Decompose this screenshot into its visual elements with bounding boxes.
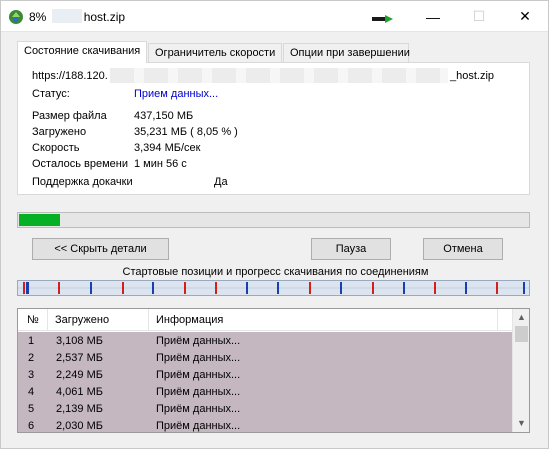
column-divider[interactable] — [497, 309, 498, 331]
cell-number: 4 — [28, 386, 35, 398]
table-row[interactable]: 3 2,249 МБ Приём данных... — [18, 366, 512, 383]
status-value: Прием данных... — [134, 88, 219, 100]
resume-support-value: Да — [214, 176, 228, 188]
url-suffix: _host.zip — [450, 70, 495, 82]
hide-details-button[interactable]: << Скрыть детали — [32, 238, 169, 260]
cell-downloaded: 2,030 МБ — [56, 420, 103, 432]
conn-marker — [122, 282, 124, 294]
conn-marker — [23, 282, 25, 294]
cell-info: Приём данных... — [156, 352, 241, 364]
table-row[interactable]: 2 2,537 МБ Приём данных... — [18, 349, 512, 366]
conn-marker — [152, 282, 154, 294]
maximize-button[interactable]: ☐ — [456, 1, 502, 32]
scroll-up-arrow-icon[interactable]: ▲ — [513, 309, 529, 326]
connections-caption: Стартовые позиции и прогресс скачивания … — [122, 266, 429, 278]
conn-marker — [465, 282, 467, 294]
cancel-button[interactable]: Отмена — [423, 238, 503, 260]
table-row[interactable]: 1 3,108 МБ Приём данных... — [18, 332, 512, 349]
col-header-downloaded[interactable]: Загружено — [55, 314, 109, 326]
conn-marker — [246, 282, 248, 294]
cell-downloaded: 2,249 МБ — [56, 369, 103, 381]
minimize-button[interactable]: — — [410, 1, 456, 32]
col-header-number[interactable]: № — [27, 314, 39, 326]
resume-support-label: Поддержка докачки — [32, 176, 133, 188]
cell-number: 6 — [28, 420, 35, 432]
title-percent: 8% — [29, 10, 47, 24]
speed-value: 3,394 МБ/сек — [134, 142, 201, 154]
window-title: 8% host.zip — [29, 9, 125, 24]
download-details-panel: https://188.120. _host.zip Статус: Прием… — [17, 62, 530, 195]
tab-completion-options[interactable]: Опции при завершении — [283, 43, 410, 62]
col-header-info[interactable]: Информация — [156, 314, 223, 326]
table-header: № Загружено Информация — [18, 309, 512, 331]
conn-marker — [215, 282, 217, 294]
scroll-thumb[interactable] — [515, 326, 528, 342]
url-redacted — [110, 68, 448, 83]
table-row[interactable]: 5 2,139 МБ Приём данных... — [18, 400, 512, 417]
time-left-label: Осталось времени — [32, 158, 129, 170]
title-file: host.zip — [83, 10, 126, 24]
cell-number: 2 — [28, 352, 35, 364]
cell-info: Приём данных... — [156, 369, 241, 381]
cell-number: 1 — [28, 335, 35, 347]
connections-progress-bar — [17, 280, 530, 296]
cell-downloaded: 4,061 МБ — [56, 386, 103, 398]
speed-label: Скорость — [32, 142, 80, 154]
file-size-value: 437,150 МБ — [134, 110, 194, 122]
conn-marker — [403, 282, 405, 294]
tab-speed-limiter[interactable]: Ограничитель скорости — [148, 43, 282, 62]
title-redacted — [51, 9, 82, 23]
url-prefix: https://188.120. — [32, 70, 108, 82]
connections-markers — [18, 281, 529, 295]
conn-marker — [184, 282, 186, 294]
cell-number: 3 — [28, 369, 35, 381]
conn-marker — [90, 282, 92, 294]
conn-marker — [372, 282, 374, 294]
download-window: 8% host.zip — ☐ ✕ Состояние скачивания О… — [0, 0, 549, 449]
cell-number: 5 — [28, 403, 35, 415]
conn-marker — [340, 282, 342, 294]
downloaded-label: Загружено — [32, 126, 87, 138]
conn-marker — [26, 282, 29, 294]
time-left-value: 1 мин 56 с — [134, 158, 187, 170]
pause-button[interactable]: Пауза — [311, 238, 391, 260]
conn-marker — [58, 282, 60, 294]
column-divider[interactable] — [47, 309, 48, 331]
downloaded-value: 35,231 МБ ( 8,05 % ) — [134, 126, 238, 138]
conn-marker — [434, 282, 436, 294]
download-progress-bar — [17, 212, 530, 228]
conn-marker — [496, 282, 498, 294]
conn-marker — [277, 282, 279, 294]
file-size-label: Размер файла — [32, 110, 107, 122]
status-label: Статус: — [32, 88, 70, 100]
cell-info: Приём данных... — [156, 403, 241, 415]
column-divider[interactable] — [148, 309, 149, 331]
cell-downloaded: 2,537 МБ — [56, 352, 103, 364]
scroll-down-arrow-icon[interactable]: ▼ — [513, 415, 529, 432]
title-bar[interactable]: 8% host.zip — ☐ ✕ — [1, 1, 548, 32]
vertical-scrollbar[interactable]: ▲ ▼ — [512, 309, 529, 432]
close-button[interactable]: ✕ — [502, 1, 548, 32]
connections-table[interactable]: № Загружено Информация 1 3,108 МБ Приём … — [17, 308, 530, 433]
table-row[interactable]: 6 2,030 МБ Приём данных... — [18, 417, 512, 432]
progress-fill — [19, 214, 60, 226]
cell-info: Приём данных... — [156, 420, 241, 432]
conn-marker — [309, 282, 311, 294]
tab-download-status[interactable]: Состояние скачивания — [17, 41, 147, 63]
cell-downloaded: 2,139 МБ — [56, 403, 103, 415]
cell-info: Приём данных... — [156, 386, 241, 398]
arrow-icon — [372, 15, 393, 23]
cell-info: Приём данных... — [156, 335, 241, 347]
table-row[interactable]: 4 4,061 МБ Приём данных... — [18, 383, 512, 400]
cell-downloaded: 3,108 МБ — [56, 335, 103, 347]
idm-app-icon — [9, 10, 23, 24]
conn-marker — [523, 282, 525, 294]
